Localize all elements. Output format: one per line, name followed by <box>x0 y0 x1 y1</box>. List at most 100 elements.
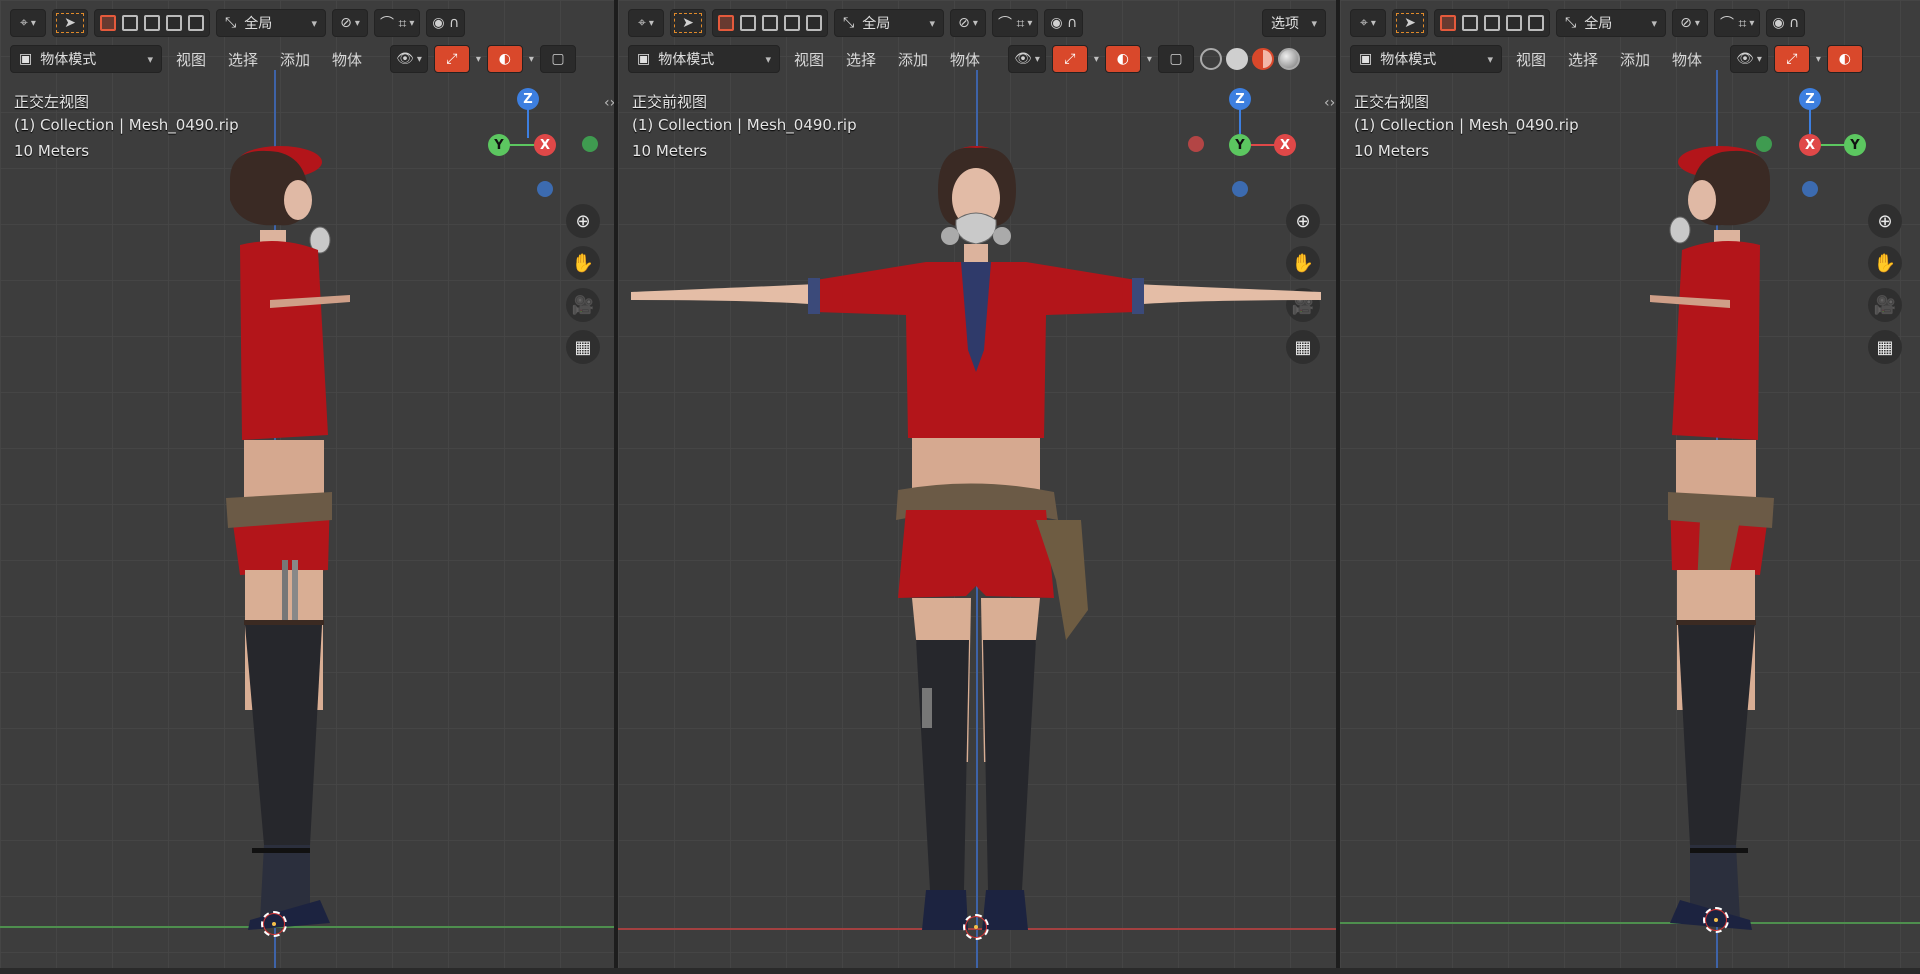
menu-object[interactable]: 物体 <box>1664 49 1710 70</box>
menu-view[interactable]: 视图 <box>786 49 832 70</box>
camera-icon[interactable]: 🎥 <box>1868 288 1902 322</box>
menu-add[interactable]: 添加 <box>272 49 318 70</box>
chevron-down-icon[interactable]: ▾ <box>1094 54 1099 65</box>
visibility-button[interactable]: 👁 ▾ <box>1008 45 1046 73</box>
grid-toggle-icon[interactable]: ▦ <box>566 330 600 364</box>
viewport-right[interactable]: ⌖ ▾ ➤ ⤡ 全局 ▾ ⊘ ▾ ⌒ ⌗ ▾ ◉ ∩ ▣ 物体模式 ▾ 视图 选择 添… <box>1340 0 1920 968</box>
menu-view[interactable]: 视图 <box>1508 49 1554 70</box>
pivot-point-button[interactable]: ⊘ ▾ <box>950 9 986 37</box>
gizmo-toggle-button[interactable]: ⤢ <box>1051 45 1088 73</box>
chevron-down-icon[interactable]: ▾ <box>476 54 481 65</box>
pan-hand-icon[interactable]: ✋ <box>566 246 600 280</box>
chevron-down-icon[interactable]: ▾ <box>529 54 534 65</box>
zoom-icon[interactable]: ⊕ <box>1868 204 1902 238</box>
editor-type-button[interactable]: ⌖ ▾ <box>1350 9 1386 37</box>
select-intersect-icon[interactable] <box>806 15 822 31</box>
gizmo-y-axis[interactable]: Y <box>1844 134 1866 156</box>
viewport-front[interactable]: ⌖ ▾ ➤ ⤡ 全局 ▾ ⊘ ▾ ⌒ ⌗ ▾ ◉ ∩ 选项 ▾ ▣ 物体模式 ▾ 视图… <box>618 0 1336 968</box>
rendered-shading-icon[interactable] <box>1277 48 1300 70</box>
select-extend-icon[interactable] <box>122 15 138 31</box>
select-tool-button[interactable]: ➤ <box>1392 9 1428 37</box>
navigation-gizmo[interactable]: Z Y X <box>484 86 598 197</box>
gizmo-toggle-button[interactable]: ⤢ <box>433 45 470 73</box>
select-new-icon[interactable] <box>100 15 116 31</box>
gizmo-toggle-button[interactable]: ⤢ <box>1773 45 1810 73</box>
pivot-point-button[interactable]: ⊘ ▾ <box>1672 9 1708 37</box>
pivot-point-button[interactable]: ⊘ ▾ <box>332 9 368 37</box>
xray-toggle-button[interactable]: ▢ <box>1157 45 1194 73</box>
character-model-side-left[interactable] <box>200 140 360 940</box>
grid-toggle-icon[interactable]: ▦ <box>1868 330 1902 364</box>
transform-orientation-dropdown[interactable]: ⤡ 全局 ▾ <box>216 9 326 37</box>
transform-orientation-dropdown[interactable]: ⤡ 全局 ▾ <box>1556 9 1666 37</box>
menu-select[interactable]: 选择 <box>220 49 266 70</box>
select-invert-icon[interactable] <box>1506 15 1522 31</box>
options-dropdown[interactable]: 选项 ▾ <box>1262 9 1326 37</box>
select-subtract-icon[interactable] <box>762 15 778 31</box>
select-extend-icon[interactable] <box>1462 15 1478 31</box>
viewport-left[interactable]: ⌖ ▾ ➤ ⤡ 全局 ▾ ⊘ ▾ ⌒ ⌗ ▾ ◉ ∩ ▣ 物体模式 ▾ 视图 选择 添… <box>0 0 614 968</box>
snap-button[interactable]: ⌒ ⌗ ▾ <box>992 9 1039 37</box>
gizmo-y-axis[interactable]: Y <box>488 134 510 156</box>
mode-dropdown[interactable]: ▣ 物体模式 ▾ <box>10 45 162 73</box>
overlay-toggle-button[interactable]: ◐ <box>486 45 523 73</box>
select-intersect-icon[interactable] <box>1528 15 1544 31</box>
gizmo-x-axis[interactable]: X <box>534 134 556 156</box>
overlay-toggle-button[interactable]: ◐ <box>1104 45 1141 73</box>
gizmo-neg-y-axis[interactable] <box>582 136 598 152</box>
mode-dropdown[interactable]: ▣ 物体模式 ▾ <box>628 45 780 73</box>
gizmo-z-axis[interactable]: Z <box>1229 88 1251 110</box>
camera-icon[interactable]: 🎥 <box>566 288 600 322</box>
gizmo-z-axis[interactable]: Z <box>517 88 539 110</box>
visibility-button[interactable]: 👁 ▾ <box>1730 45 1768 73</box>
chevron-down-icon[interactable]: ▾ <box>1147 54 1152 65</box>
select-subtract-icon[interactable] <box>144 15 160 31</box>
select-new-icon[interactable] <box>718 15 734 31</box>
mode-dropdown[interactable]: ▣ 物体模式 ▾ <box>1350 45 1502 73</box>
proportional-edit-button[interactable]: ◉ ∩ <box>1044 9 1084 37</box>
zoom-icon[interactable]: ⊕ <box>566 204 600 238</box>
gizmo-neg-z-axis[interactable] <box>537 181 553 197</box>
transform-orientation-dropdown[interactable]: ⤡ 全局 ▾ <box>834 9 944 37</box>
select-tool-button[interactable]: ➤ <box>670 9 706 37</box>
select-mode-group[interactable] <box>94 9 210 37</box>
material-shading-icon[interactable] <box>1251 48 1274 70</box>
gizmo-neg-z-axis[interactable] <box>1802 181 1818 197</box>
select-invert-icon[interactable] <box>784 15 800 31</box>
editor-type-button[interactable]: ⌖ ▾ <box>10 9 46 37</box>
select-intersect-icon[interactable] <box>188 15 204 31</box>
object-origin[interactable] <box>963 914 989 940</box>
menu-add[interactable]: 添加 <box>1612 49 1658 70</box>
menu-add[interactable]: 添加 <box>890 49 936 70</box>
proportional-edit-button[interactable]: ◉ ∩ <box>426 9 466 37</box>
visibility-button[interactable]: 👁 ▾ <box>390 45 428 73</box>
area-split-arrow-icon[interactable]: ‹› <box>604 95 614 111</box>
character-model-side-right[interactable] <box>1640 140 1800 940</box>
gizmo-z-axis[interactable]: Z <box>1799 88 1821 110</box>
xray-toggle-button[interactable]: ▢ <box>539 45 576 73</box>
select-subtract-icon[interactable] <box>1484 15 1500 31</box>
wireframe-shading-icon[interactable] <box>1199 48 1222 70</box>
area-split-arrow-icon[interactable]: ‹› <box>1324 95 1335 111</box>
overlay-toggle-button[interactable]: ◐ <box>1826 45 1863 73</box>
object-origin[interactable] <box>1703 907 1729 933</box>
select-invert-icon[interactable] <box>166 15 182 31</box>
snap-button[interactable]: ⌒ ⌗ ▾ <box>1714 9 1761 37</box>
select-extend-icon[interactable] <box>740 15 756 31</box>
menu-object[interactable]: 物体 <box>942 49 988 70</box>
menu-object[interactable]: 物体 <box>324 49 370 70</box>
solid-shading-icon[interactable] <box>1225 48 1248 70</box>
menu-view[interactable]: 视图 <box>168 49 214 70</box>
character-model-front[interactable] <box>626 140 1326 940</box>
menu-select[interactable]: 选择 <box>838 49 884 70</box>
menu-select[interactable]: 选择 <box>1560 49 1606 70</box>
select-mode-group[interactable] <box>1434 9 1550 37</box>
select-mode-group[interactable] <box>712 9 828 37</box>
gizmo-x-axis[interactable]: X <box>1799 134 1821 156</box>
select-new-icon[interactable] <box>1440 15 1456 31</box>
area-split-arrow-icon[interactable]: ‹› <box>618 95 619 111</box>
chevron-down-icon[interactable]: ▾ <box>1816 54 1821 65</box>
editor-type-button[interactable]: ⌖ ▾ <box>628 9 664 37</box>
select-tool-button[interactable]: ➤ <box>52 9 88 37</box>
pan-hand-icon[interactable]: ✋ <box>1868 246 1902 280</box>
